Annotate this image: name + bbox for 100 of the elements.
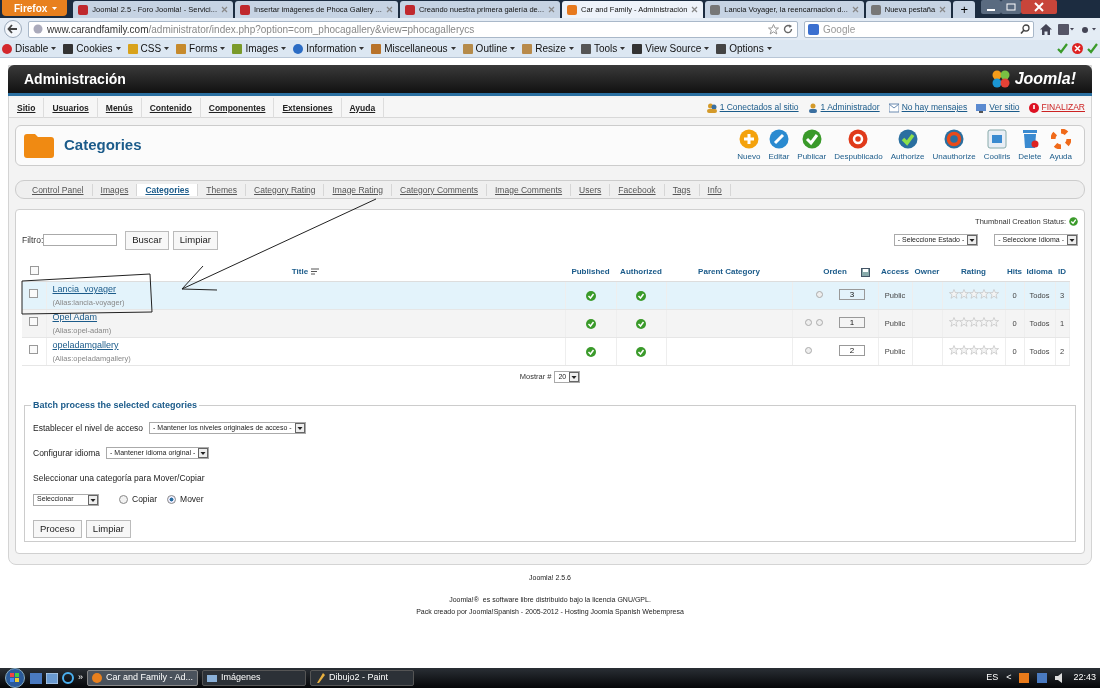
check-icon [1087, 43, 1098, 54]
submenu-tab[interactable]: Image Comments [487, 183, 572, 196]
status-link[interactable]: FINALIZAR [1028, 101, 1085, 114]
submenu-tab[interactable]: Image Rating [324, 183, 393, 196]
submenu-tab[interactable]: Info [699, 183, 731, 196]
toolbar-menu[interactable]: Forms [176, 41, 226, 56]
submenu-tab[interactable]: Users [571, 183, 611, 196]
tray-icon [1019, 673, 1030, 683]
menu-item[interactable]: Usuarios [44, 97, 98, 118]
new-tab-button[interactable]: + [953, 1, 976, 18]
toolbar-button[interactable]: Unauthorize [928, 128, 980, 163]
logo-text: Joomla! [1014, 69, 1076, 89]
filter-button[interactable]: Buscar [125, 231, 169, 250]
toolbar-menu[interactable]: Resize [522, 41, 574, 56]
radio-button[interactable] [119, 495, 128, 505]
toolbar-button[interactable]: Editar [764, 128, 794, 163]
submenu-tab[interactable]: Tags [664, 183, 700, 196]
batch-button[interactable]: Limpiar [85, 520, 131, 539]
menu-item[interactable]: Ayuda [341, 97, 385, 118]
batch-button[interactable]: Proceso [33, 520, 82, 539]
column-header[interactable]: Title [291, 267, 309, 277]
submenu-tab[interactable]: Categories [137, 183, 199, 196]
menu-item[interactable]: Sitio [9, 97, 45, 118]
taskbar-button[interactable]: Car and Family - Ad... [87, 670, 199, 686]
select-all-checkbox[interactable] [29, 265, 39, 275]
window-icon [987, 128, 1007, 149]
close-icon [851, 6, 859, 13]
home-icon [1040, 23, 1052, 35]
radio-label: Copiar [132, 493, 158, 506]
star-icon [958, 288, 969, 299]
minimize-icon [981, 0, 1002, 14]
bookmarks-icon [1058, 23, 1074, 35]
category-link[interactable]: Opel Adam [52, 311, 564, 325]
lifebuoy-icon [1050, 128, 1071, 149]
submenu-tab[interactable]: Category Rating [246, 183, 325, 196]
favicon-icon [239, 4, 250, 15]
toolbar-menu[interactable]: CSS [127, 41, 170, 56]
submenu-tab[interactable]: Facebook [610, 183, 665, 196]
menu-item[interactable]: Componentes [200, 97, 275, 118]
toolbar-menu[interactable]: Disable [2, 41, 57, 56]
caret-icon [704, 47, 710, 50]
toolbar-menu[interactable]: Tools [580, 41, 626, 56]
tool-icon [127, 43, 138, 54]
close-icon [385, 6, 393, 13]
address-field[interactable]: www.carandfamily.com/administrator/index.php?option=com_phocagallery&view=phocagallerycs [28, 20, 798, 38]
toolbar-menu[interactable]: Outline [462, 41, 516, 56]
filter-field[interactable] [43, 234, 118, 247]
row-checkbox[interactable] [29, 345, 39, 355]
taskbar-button[interactable]: Imágenes [202, 670, 307, 686]
toolbar-menu[interactable]: Images [232, 41, 287, 56]
submenu-tab[interactable]: Themes [198, 183, 247, 196]
menu-item[interactable]: Menús [97, 97, 142, 118]
submenu-tab[interactable]: Category Comments [392, 183, 487, 196]
users-icon [706, 102, 717, 113]
order-field[interactable]: 3 [839, 289, 865, 301]
taskbar-button[interactable]: Dibujo2 - Paint [310, 670, 415, 686]
toolbar-button[interactable]: Delete [1014, 128, 1046, 163]
caret-icon [164, 47, 170, 50]
menu-item[interactable]: Extensiones [274, 97, 342, 118]
toolbar-button[interactable]: Ayuda [1045, 128, 1076, 163]
column-header: Rating [961, 267, 986, 277]
order-field[interactable]: 2 [839, 345, 865, 357]
tool-icon [462, 43, 473, 54]
status-link[interactable]: No hay mensajes [888, 101, 968, 114]
row-checkbox[interactable] [29, 317, 39, 327]
column-header: Parent Category [698, 267, 760, 277]
filter-button[interactable]: Limpiar [172, 231, 218, 250]
status-link[interactable]: Ver sitio [976, 101, 1020, 114]
row-checkbox[interactable] [29, 289, 39, 299]
caret-icon [967, 235, 978, 246]
filter-label: Filtro: [22, 234, 44, 247]
toolbar-button[interactable]: Cooliris [979, 128, 1015, 163]
tray-expand-button[interactable]: < [1006, 671, 1012, 685]
toolbar-menu[interactable]: Miscellaneous [371, 41, 456, 56]
toolbar-menu[interactable]: Options [716, 41, 772, 56]
category-link[interactable]: Lancia_voyager [52, 283, 564, 297]
network-icon [1037, 673, 1048, 683]
caret-icon [766, 47, 772, 50]
language-indicator[interactable]: ES [986, 671, 999, 685]
check-icon [1069, 217, 1078, 227]
radio-label: Mover [180, 493, 204, 506]
radio-button[interactable] [167, 495, 177, 505]
more-button[interactable]: » [78, 671, 83, 685]
category-link[interactable]: opeladamgallery [52, 339, 564, 353]
plus-icon [738, 128, 759, 149]
menu-item[interactable]: Contenido [141, 97, 201, 118]
status-link[interactable]: 1 Conectados al sitio [706, 101, 799, 114]
column-header[interactable]: Orden [823, 267, 847, 277]
order-field[interactable]: 1 [839, 317, 865, 329]
submenu-tab[interactable]: Control Panel [24, 183, 93, 196]
status-link[interactable]: 1 Administrador [807, 101, 880, 114]
toolbar-button[interactable]: Authorize [886, 128, 929, 163]
toolbar-menu[interactable]: Cookies [63, 41, 121, 56]
toolbar-button[interactable]: Publicar [793, 128, 831, 163]
toolbar-menu[interactable]: Information [293, 41, 365, 56]
sort-icon [311, 268, 320, 277]
back-icon [4, 20, 22, 38]
toolbar-button[interactable]: Despublicado [830, 128, 887, 163]
toolbar-menu[interactable]: View Source [632, 41, 710, 56]
toolbar-button[interactable]: Nuevo [733, 128, 765, 163]
